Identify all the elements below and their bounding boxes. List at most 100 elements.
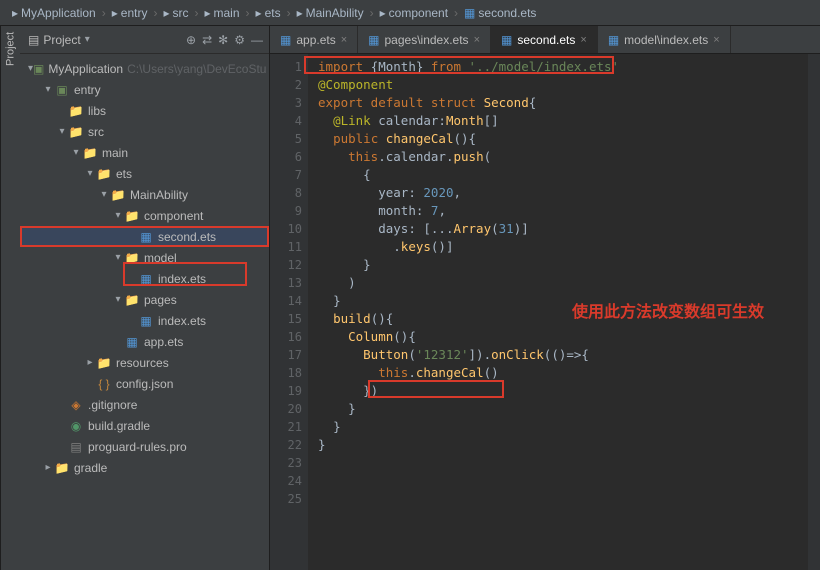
code-line[interactable]: this.calendar.push( bbox=[318, 148, 808, 166]
tree-arrow-icon[interactable]: ▸ bbox=[84, 357, 96, 368]
tree-node[interactable]: ▾▣MyApplication C:\Users\yang\DevEcoStu bbox=[20, 58, 269, 79]
tree-node[interactable]: ▾📁src bbox=[20, 121, 269, 142]
tree-node[interactable]: ▸📁resources bbox=[20, 352, 269, 373]
token-punct: ) bbox=[348, 275, 356, 290]
tree-node[interactable]: ▾📁component bbox=[20, 205, 269, 226]
tree-node-label: index.ets bbox=[154, 314, 206, 328]
tree-arrow-icon[interactable]: ▾ bbox=[112, 210, 124, 221]
sidebar-tool-icon[interactable]: ⇄ bbox=[202, 33, 212, 47]
editor-tab[interactable]: ▦second.ets× bbox=[491, 26, 598, 53]
sidebar-tool-icon[interactable]: ⊕ bbox=[186, 33, 196, 47]
code-line[interactable]: } bbox=[318, 418, 808, 436]
token-id: days bbox=[378, 221, 408, 236]
project-sidebar: ▤ Project ▾ ⊕ ⇄ ✻ ⚙ — ▾▣MyApplication C:\Use… bbox=[20, 26, 270, 570]
token-punct: ()] bbox=[431, 239, 454, 254]
tree-arrow-icon[interactable]: ▾ bbox=[112, 294, 124, 305]
code-line[interactable]: days: [...Array(31)] bbox=[318, 220, 808, 238]
tree-node[interactable]: ▸📁gradle bbox=[20, 457, 269, 478]
token-default bbox=[318, 401, 348, 416]
tree-node[interactable]: ▾📁MainAbility bbox=[20, 184, 269, 205]
sidebar-tool-icon[interactable]: — bbox=[251, 33, 263, 47]
breadcrumb-item[interactable]: ▸component bbox=[376, 6, 452, 20]
breadcrumb-item[interactable]: ▸ets bbox=[252, 6, 285, 20]
code-line[interactable]: ) bbox=[318, 274, 808, 292]
folder-icon: 📁 bbox=[124, 251, 140, 265]
sidebar-tool-icon[interactable]: ⚙ bbox=[234, 33, 245, 47]
token-default bbox=[318, 203, 378, 218]
breadcrumb-item[interactable]: ▦second.ets bbox=[460, 6, 540, 20]
tree-node[interactable]: ▤proguard-rules.pro bbox=[20, 436, 269, 457]
editor-scrollbar[interactable] bbox=[808, 54, 820, 570]
token-punct: (){ bbox=[453, 131, 476, 146]
token-punct: (){ bbox=[393, 329, 416, 344]
tree-node[interactable]: ▦second.ets bbox=[20, 226, 269, 247]
breadcrumb-item[interactable]: ▸src bbox=[159, 6, 192, 20]
code-editor[interactable]: import {Month} from '../model/index.ets'… bbox=[308, 54, 808, 570]
code-line[interactable]: } bbox=[318, 256, 808, 274]
tree-node-label: component bbox=[140, 209, 203, 223]
tree-node[interactable]: ▾📁ets bbox=[20, 163, 269, 184]
breadcrumb-item[interactable]: ▸entry bbox=[108, 6, 152, 20]
tree-node[interactable]: ▾📁pages bbox=[20, 289, 269, 310]
code-line[interactable]: this.changeCal() bbox=[318, 364, 808, 382]
tool-window-tab-project[interactable]: Project bbox=[0, 26, 20, 570]
tree-arrow-icon[interactable]: ▾ bbox=[112, 252, 124, 263]
code-line[interactable]: }) bbox=[318, 382, 808, 400]
breadcrumb-item[interactable]: ▸main bbox=[200, 6, 243, 20]
token-default bbox=[318, 149, 348, 164]
code-line[interactable]: public changeCal(){ bbox=[318, 130, 808, 148]
close-icon[interactable]: × bbox=[341, 34, 347, 46]
tree-arrow-icon[interactable]: ▾ bbox=[42, 84, 54, 95]
code-line[interactable]: year: 2020, bbox=[318, 184, 808, 202]
breadcrumb-separator: › bbox=[192, 6, 200, 20]
code-line[interactable]: export default struct Second{ bbox=[318, 94, 808, 112]
code-line[interactable]: month: 7, bbox=[318, 202, 808, 220]
breadcrumb[interactable]: ▸MyApplication›▸entry›▸src›▸main›▸ets›▸M… bbox=[0, 0, 820, 26]
code-line[interactable]: .keys()] bbox=[318, 238, 808, 256]
sidebar-tool-icon[interactable]: ✻ bbox=[218, 33, 228, 47]
close-icon[interactable]: × bbox=[713, 34, 719, 46]
tree-node[interactable]: ▦index.ets bbox=[20, 310, 269, 331]
close-icon[interactable]: × bbox=[580, 34, 586, 46]
token-id: month bbox=[378, 203, 416, 218]
token-punct: ( bbox=[408, 347, 416, 362]
code-line[interactable]: @Link calendar:Month[] bbox=[318, 112, 808, 130]
token-default bbox=[318, 329, 348, 344]
close-icon[interactable]: × bbox=[474, 34, 480, 46]
project-view-selector[interactable]: ▤ Project ▾ bbox=[28, 33, 90, 47]
token-fn: push bbox=[454, 149, 484, 164]
editor-tab[interactable]: ▦model\index.ets× bbox=[598, 26, 731, 53]
token-type: Second bbox=[484, 95, 529, 110]
code-line[interactable]: Button('12312']).onClick(()=>{ bbox=[318, 346, 808, 364]
tree-node[interactable]: ▦index.ets bbox=[20, 268, 269, 289]
token-default bbox=[318, 419, 333, 434]
line-number: 16 bbox=[270, 328, 302, 346]
code-line[interactable]: } bbox=[318, 400, 808, 418]
line-number: 15 bbox=[270, 310, 302, 328]
tree-arrow-icon[interactable]: ▾ bbox=[84, 168, 96, 179]
tree-arrow-icon[interactable]: ▾ bbox=[56, 126, 68, 137]
tree-node[interactable]: ▾📁model bbox=[20, 247, 269, 268]
code-line[interactable]: @Component bbox=[318, 76, 808, 94]
tree-arrow-icon[interactable]: ▾ bbox=[70, 147, 82, 158]
tree-node[interactable]: ◉build.gradle bbox=[20, 415, 269, 436]
code-line[interactable]: } bbox=[318, 436, 808, 454]
tree-node[interactable]: ◈.gitignore bbox=[20, 394, 269, 415]
project-tree[interactable]: ▾▣MyApplication C:\Users\yang\DevEcoStu▾… bbox=[20, 54, 269, 570]
code-line[interactable]: Column(){ bbox=[318, 328, 808, 346]
tree-node[interactable]: ▾📁main bbox=[20, 142, 269, 163]
editor-tab[interactable]: ▦app.ets× bbox=[270, 26, 358, 53]
code-line[interactable]: import {Month} from '../model/index.ets' bbox=[318, 58, 808, 76]
breadcrumb-item[interactable]: ▸MainAbility bbox=[293, 6, 368, 20]
ets-file-icon: ▦ bbox=[608, 33, 619, 47]
breadcrumb-item[interactable]: ▸MyApplication bbox=[8, 6, 100, 20]
tree-arrow-icon[interactable]: ▸ bbox=[42, 462, 54, 473]
tree-node[interactable]: ▾▣entry bbox=[20, 79, 269, 100]
editor-tab[interactable]: ▦pages\index.ets× bbox=[358, 26, 491, 53]
tree-arrow-icon[interactable]: ▾ bbox=[98, 189, 110, 200]
tree-node[interactable]: 📁libs bbox=[20, 100, 269, 121]
tree-node[interactable]: { }config.json bbox=[20, 373, 269, 394]
tree-node[interactable]: ▦app.ets bbox=[20, 331, 269, 352]
token-type: Column bbox=[348, 329, 393, 344]
code-line[interactable]: { bbox=[318, 166, 808, 184]
